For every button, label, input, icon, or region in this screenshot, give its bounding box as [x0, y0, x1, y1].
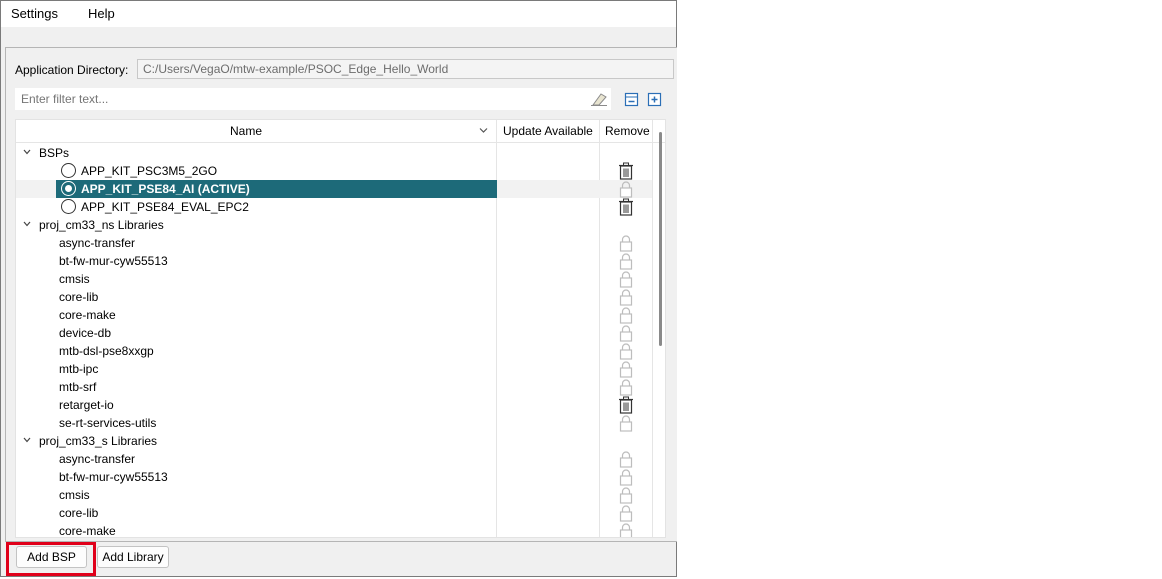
- tree-group-row[interactable]: BSPs: [16, 144, 652, 162]
- column-header-remove[interactable]: Remove: [605, 124, 650, 138]
- lock-icon: [619, 343, 633, 360]
- chevron-down-icon[interactable]: [22, 219, 32, 229]
- row-label: mtb-ipc: [59, 362, 99, 376]
- lock-icon: [619, 235, 633, 252]
- trash-icon[interactable]: [616, 396, 636, 414]
- row-label: se-rt-services-utils: [59, 416, 157, 430]
- row-label: APP_KIT_PSE84_EVAL_EPC2: [81, 200, 249, 214]
- library-row[interactable]: core-make: [16, 522, 652, 538]
- row-label: APP_KIT_PSC3M5_2GO: [81, 164, 218, 178]
- library-row[interactable]: mtb-dsl-pse8xxgp: [16, 342, 652, 360]
- bsp-row[interactable]: APP_KIT_PSC3M5_2GO: [16, 162, 652, 180]
- library-row[interactable]: mtb-srf: [16, 378, 652, 396]
- library-row[interactable]: core-lib: [16, 504, 652, 522]
- chevron-down-icon[interactable]: [22, 147, 32, 157]
- lock-icon: [619, 487, 633, 504]
- tree-header: Name Update Available Remove: [16, 120, 665, 143]
- row-label: bt-fw-mur-cyw55513: [59, 470, 168, 484]
- bsp-row[interactable]: APP_KIT_PSE84_EVAL_EPC2: [16, 198, 652, 216]
- library-row[interactable]: se-rt-services-utils: [16, 414, 652, 432]
- row-label: APP_KIT_PSE84_AI (ACTIVE): [81, 182, 250, 196]
- chevron-down-icon[interactable]: [22, 435, 32, 445]
- sort-chevron-icon: [479, 128, 488, 133]
- trash-icon[interactable]: [616, 162, 636, 180]
- trash-icon[interactable]: [616, 198, 636, 216]
- lock-icon: [619, 181, 633, 198]
- bsp-radio-button[interactable]: [61, 181, 76, 196]
- library-row[interactable]: core-lib: [16, 288, 652, 306]
- lock-icon: [619, 451, 633, 468]
- lock-icon: [619, 361, 633, 378]
- lock-icon: [619, 505, 633, 522]
- collapse-all-icon[interactable]: [624, 92, 639, 107]
- row-label: cmsis: [59, 272, 90, 286]
- library-row[interactable]: cmsis: [16, 270, 652, 288]
- menu-bar: Settings Help: [1, 1, 676, 27]
- library-tree: Name Update Available Remove BSPs APP_KIT…: [15, 119, 666, 538]
- library-row[interactable]: cmsis: [16, 486, 652, 504]
- expand-all-icon[interactable]: [647, 92, 662, 107]
- library-row[interactable]: bt-fw-mur-cyw55513: [16, 468, 652, 486]
- library-row[interactable]: device-db: [16, 324, 652, 342]
- row-label: async-transfer: [59, 236, 136, 250]
- eraser-icon[interactable]: [590, 91, 608, 107]
- tree-group-row[interactable]: proj_cm33_s Libraries: [16, 432, 652, 450]
- column-header-name[interactable]: Name: [230, 124, 262, 138]
- application-directory-label: Application Directory:: [15, 63, 129, 77]
- bsp-row[interactable]: APP_KIT_PSE84_AI (ACTIVE): [16, 180, 652, 198]
- row-label: proj_cm33_ns Libraries: [39, 218, 164, 232]
- library-row[interactable]: core-make: [16, 306, 652, 324]
- row-label: device-db: [59, 326, 112, 340]
- row-label: core-lib: [59, 290, 99, 304]
- row-label: retarget-io: [59, 398, 114, 412]
- library-row[interactable]: bt-fw-mur-cyw55513: [16, 252, 652, 270]
- row-label: core-make: [59, 524, 116, 538]
- lock-icon: [619, 253, 633, 270]
- tree-group-row[interactable]: proj_cm33_ns Libraries: [16, 216, 652, 234]
- lock-icon: [619, 469, 633, 486]
- column-separator: [652, 120, 653, 537]
- row-label: bt-fw-mur-cyw55513: [59, 254, 168, 268]
- row-label: core-lib: [59, 506, 99, 520]
- menu-settings[interactable]: Settings: [11, 6, 58, 21]
- lock-icon: [619, 523, 633, 537]
- row-label: BSPs: [39, 146, 70, 160]
- lock-icon: [619, 325, 633, 342]
- row-label: proj_cm33_s Libraries: [39, 434, 158, 448]
- library-row[interactable]: async-transfer: [16, 234, 652, 252]
- library-row[interactable]: mtb-ipc: [16, 360, 652, 378]
- row-label: core-make: [59, 308, 116, 322]
- add-bsp-button[interactable]: Add BSP: [16, 546, 87, 568]
- lock-icon: [619, 289, 633, 306]
- lock-icon: [619, 415, 633, 432]
- column-header-update-available[interactable]: Update Available: [503, 124, 593, 138]
- lock-icon: [619, 379, 633, 396]
- application-directory-field[interactable]: C:/Users/VegaO/mtw-example/PSOC_Edge_Hel…: [137, 59, 674, 79]
- bsp-radio-button[interactable]: [61, 199, 76, 214]
- row-label: mtb-srf: [59, 380, 97, 394]
- row-label: cmsis: [59, 488, 90, 502]
- library-manager-window: Settings Help Application Directory: C:/…: [0, 0, 677, 577]
- lock-icon: [619, 307, 633, 324]
- vertical-scrollbar[interactable]: [659, 132, 662, 346]
- filter-input[interactable]: [15, 88, 611, 110]
- row-label: mtb-dsl-pse8xxgp: [59, 344, 154, 358]
- bsp-radio-button[interactable]: [61, 163, 76, 178]
- row-label: async-transfer: [59, 452, 136, 466]
- add-library-button[interactable]: Add Library: [97, 546, 169, 568]
- lock-icon: [619, 271, 633, 288]
- library-row[interactable]: async-transfer: [16, 450, 652, 468]
- library-row[interactable]: retarget-io: [16, 396, 652, 414]
- menu-help[interactable]: Help: [88, 6, 115, 21]
- radio-dot: [65, 185, 72, 192]
